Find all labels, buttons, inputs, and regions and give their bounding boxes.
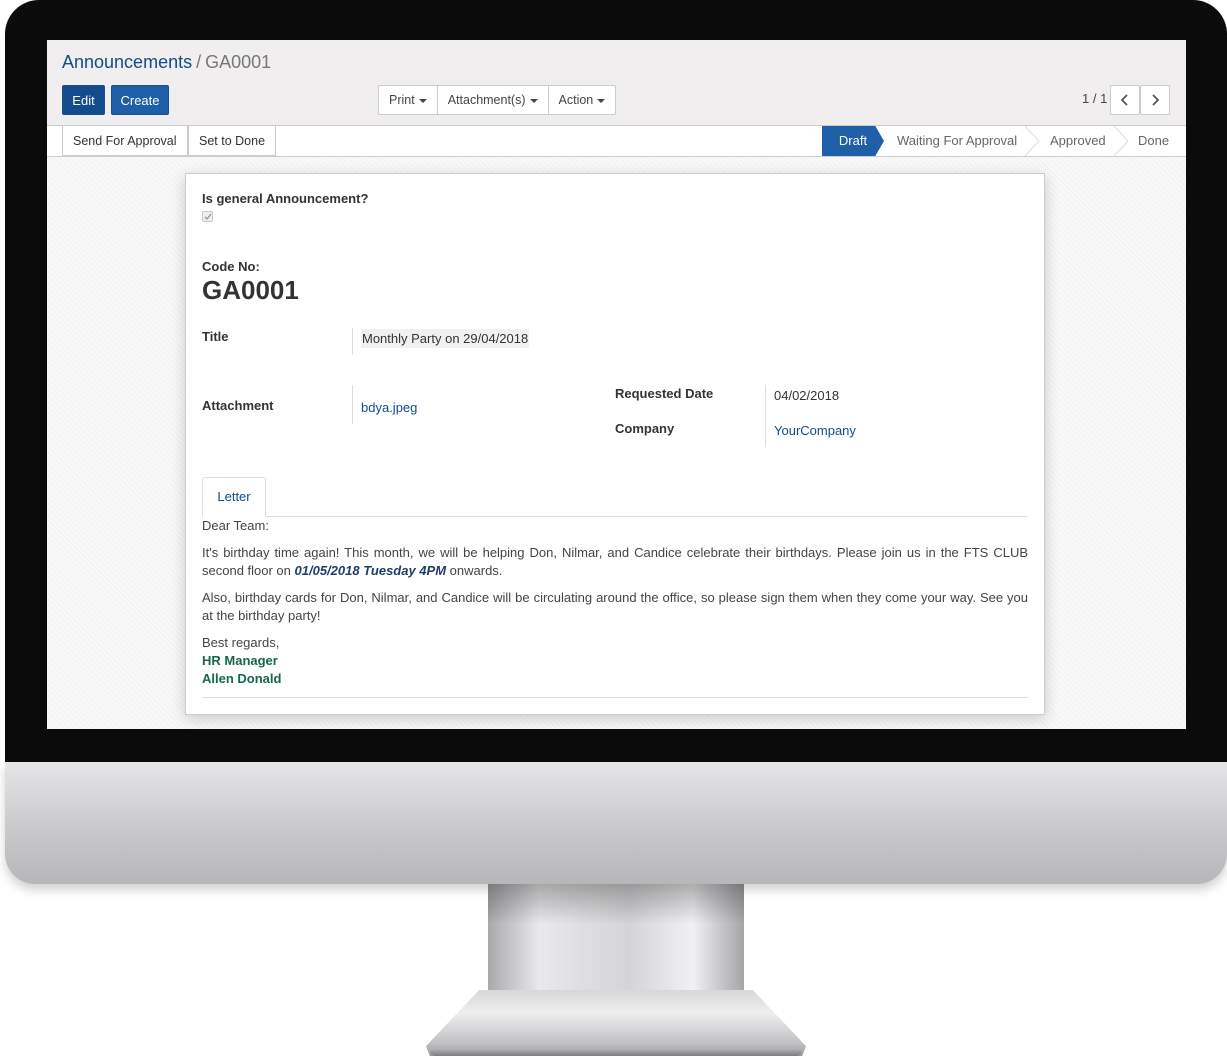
monitor-stand-base (426, 990, 806, 1056)
caret-down-icon (529, 98, 538, 103)
breadcrumb: Announcements / GA0001 (62, 52, 271, 73)
letter-signature-role: HR Manager (202, 653, 278, 668)
stage-separator-icon (1024, 126, 1040, 156)
breadcrumb-announcements-link[interactable]: Announcements (62, 52, 192, 72)
company-label: Company (615, 421, 675, 436)
sidebar-actions: Print Attachment(s) Action (378, 85, 617, 115)
set-to-done-button[interactable]: Set to Done (188, 126, 277, 156)
letter-signature-name: Allen Donald (202, 671, 282, 686)
field-divider (352, 385, 353, 424)
pager-value[interactable]: 1 / 1 (1082, 91, 1107, 106)
pager-next-button[interactable] (1140, 85, 1170, 115)
edit-button[interactable]: Edit (62, 85, 105, 115)
letter-paragraph-2: Also, birthday cards for Don, Nilmar, an… (202, 590, 1028, 623)
app-screen: Announcements / GA0001 Edit Create Print A… (47, 40, 1186, 729)
letter-paragraph-1: It's birthday time again! This month, we… (202, 544, 1028, 580)
print-label: Print (389, 93, 415, 107)
code-value: GA0001 (202, 275, 299, 305)
title-value: Monthly Party on 29/04/2018 (361, 329, 530, 348)
requested-date-value: 04/02/2018 (774, 388, 840, 403)
pager-previous-button[interactable] (1110, 85, 1140, 115)
attachment-link[interactable]: bdya.jpeg (361, 400, 417, 415)
action-dropdown[interactable]: Action (549, 86, 616, 114)
letter-date: 01/05/2018 Tuesday 4PM (294, 563, 447, 578)
stage-separator-icon (1113, 126, 1129, 156)
letter-closing: Best regards, (202, 635, 280, 650)
company-link[interactable]: YourCompany (774, 423, 856, 438)
requested-date-label: Requested Date (615, 386, 714, 401)
send-for-approval-button[interactable]: Send For Approval (62, 126, 188, 156)
attachments-dropdown[interactable]: Attachment(s) (438, 86, 549, 114)
title-label: Title (202, 329, 229, 344)
field-divider (765, 385, 766, 447)
caret-down-icon (597, 98, 606, 103)
statusbar: Send For Approval Set to Done Draft Wait… (47, 125, 1186, 157)
breadcrumb-current: GA0001 (205, 52, 272, 72)
check-icon (204, 213, 212, 220)
code-label: Code No: (202, 259, 260, 274)
monitor-stand-shadow (488, 884, 744, 924)
stage-approved[interactable]: Approved (1050, 126, 1106, 156)
breadcrumb-separator: / (196, 52, 202, 72)
print-dropdown[interactable]: Print (379, 86, 438, 114)
letter-content: Dear Team: It's birthday time again! Thi… (202, 517, 1028, 688)
title-text: Monthly Party on 29/04/2018 (361, 329, 530, 348)
general-announcement-label: Is general Announcement? (202, 191, 369, 206)
control-panel: Announcements / GA0001 Edit Create Print A… (47, 40, 1186, 125)
letter-greeting: Dear Team: (202, 518, 269, 533)
tab-letter[interactable]: Letter (202, 477, 266, 517)
field-divider (352, 328, 353, 355)
action-label: Action (558, 93, 594, 107)
chevron-left-icon (1120, 94, 1128, 106)
chevron-right-icon (1152, 94, 1160, 106)
letter-text: onwards. (446, 563, 503, 578)
stage-done[interactable]: Done (1138, 126, 1169, 156)
monitor-stand-base-edge (430, 1048, 802, 1056)
sheet-bottom-divider (202, 697, 1028, 698)
monitor-chin (5, 762, 1227, 884)
stage-draft[interactable]: Draft (822, 126, 884, 156)
stage-waiting-for-approval[interactable]: Waiting For Approval (897, 126, 1017, 156)
form-sheet: Is general Announcement? Code No: GA0001… (185, 173, 1045, 715)
attachment-label: Attachment (202, 398, 274, 413)
general-announcement-checkbox[interactable] (202, 211, 213, 222)
attachments-label: Attachment(s) (447, 93, 526, 107)
create-button[interactable]: Create (111, 85, 169, 115)
caret-down-icon (418, 98, 427, 103)
